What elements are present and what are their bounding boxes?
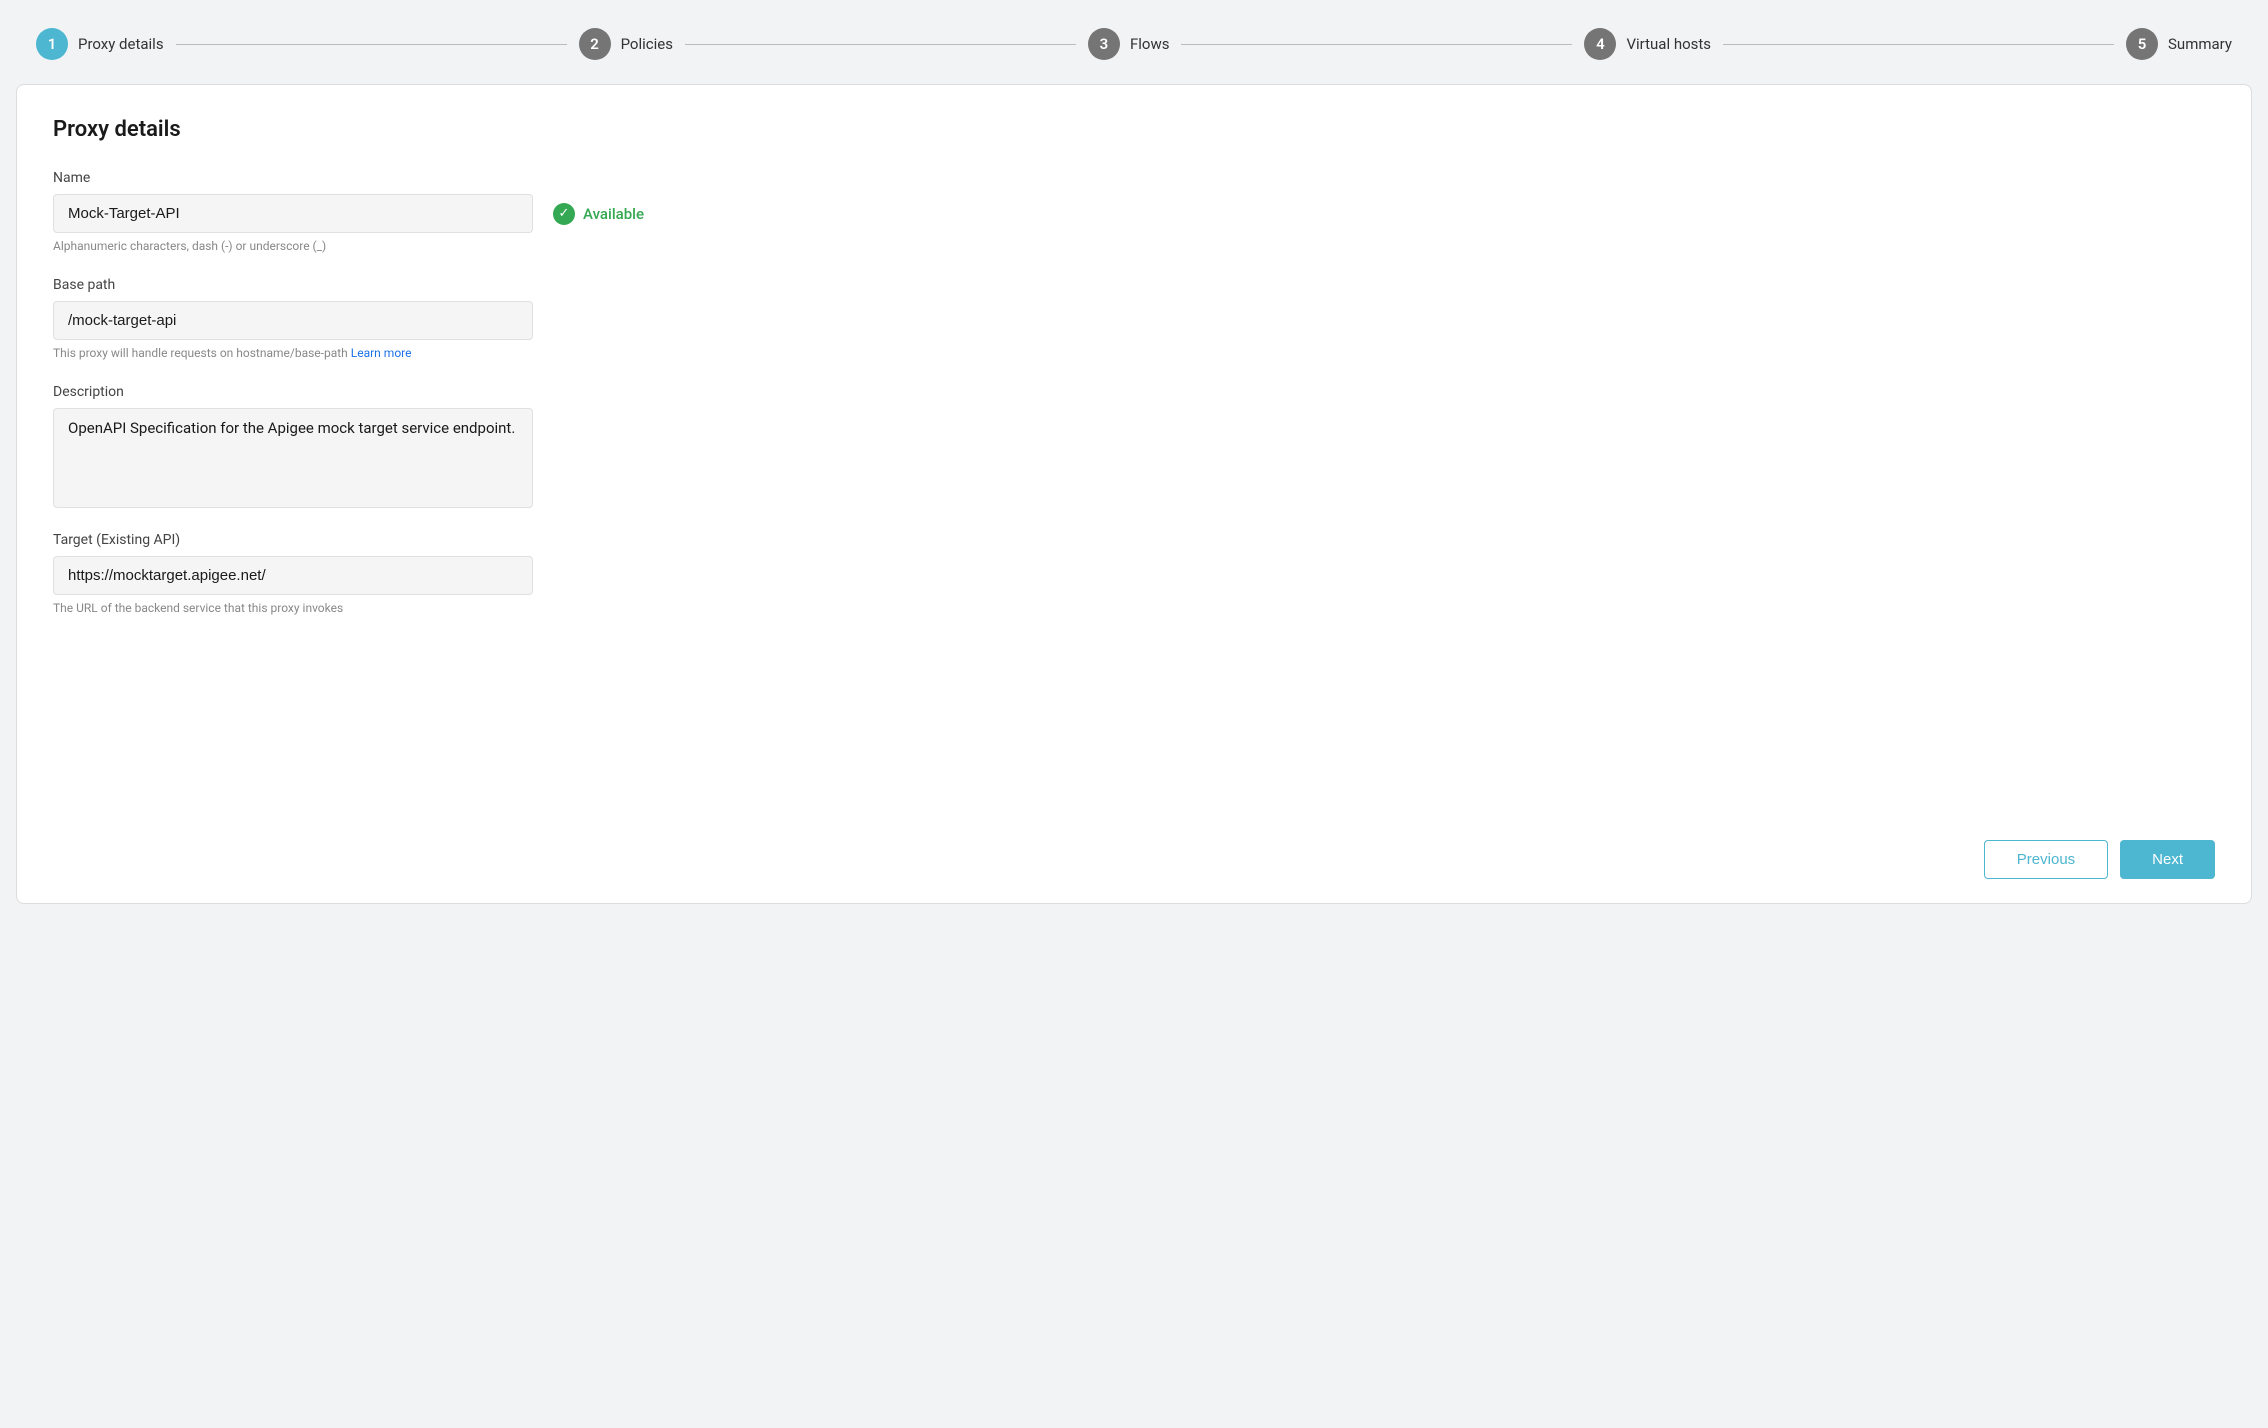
button-row: Previous Next xyxy=(1984,840,2215,879)
step-line-1 xyxy=(176,44,567,45)
name-hint: Alphanumeric characters, dash (-) or und… xyxy=(53,239,2215,253)
description-input[interactable]: OpenAPI Specification for the Apigee moc… xyxy=(53,408,533,508)
next-button[interactable]: Next xyxy=(2120,840,2215,879)
basepath-hint-text: This proxy will handle requests on hostn… xyxy=(53,346,348,360)
description-label: Description xyxy=(53,384,2215,400)
name-label: Name xyxy=(53,170,2215,186)
step-2-label: Policies xyxy=(621,35,673,53)
basepath-field-group: Base path This proxy will handle request… xyxy=(53,277,2215,360)
target-label: Target (Existing API) xyxy=(53,532,2215,548)
page-title: Proxy details xyxy=(53,117,2215,142)
available-badge: ✓ Available xyxy=(553,203,644,225)
stepper: 1 Proxy details 2 Policies 3 Flows 4 Vir… xyxy=(16,16,2252,72)
step-3-label: Flows xyxy=(1130,35,1170,53)
target-field-group: Target (Existing API) The URL of the bac… xyxy=(53,532,2215,615)
step-5[interactable]: 5 Summary xyxy=(2126,28,2232,60)
step-line-3 xyxy=(1181,44,1572,45)
basepath-input[interactable] xyxy=(53,301,533,340)
name-row: ✓ Available xyxy=(53,194,2215,233)
step-line-2 xyxy=(685,44,1076,45)
step-line-4 xyxy=(1723,44,2114,45)
learn-more-link[interactable]: Learn more xyxy=(351,346,412,360)
available-text: Available xyxy=(583,205,644,223)
basepath-hint: This proxy will handle requests on hostn… xyxy=(53,346,2215,360)
name-field-group: Name ✓ Available Alphanumeric characters… xyxy=(53,170,2215,253)
step-2[interactable]: 2 Policies xyxy=(579,28,673,60)
step-3[interactable]: 3 Flows xyxy=(1088,28,1170,60)
previous-button[interactable]: Previous xyxy=(1984,840,2108,879)
name-input[interactable] xyxy=(53,194,533,233)
main-card: Proxy details Name ✓ Available Alphanume… xyxy=(16,84,2252,904)
basepath-label: Base path xyxy=(53,277,2215,293)
step-4-circle: 4 xyxy=(1584,28,1616,60)
step-4[interactable]: 4 Virtual hosts xyxy=(1584,28,1711,60)
step-1-circle: 1 xyxy=(36,28,68,60)
target-input[interactable] xyxy=(53,556,533,595)
step-3-circle: 3 xyxy=(1088,28,1120,60)
step-5-circle: 5 xyxy=(2126,28,2158,60)
step-1-label: Proxy details xyxy=(78,35,164,53)
step-1[interactable]: 1 Proxy details xyxy=(36,28,164,60)
description-field-group: Description OpenAPI Specification for th… xyxy=(53,384,2215,508)
step-2-circle: 2 xyxy=(579,28,611,60)
step-4-label: Virtual hosts xyxy=(1626,35,1711,53)
step-5-label: Summary xyxy=(2168,35,2232,53)
target-hint: The URL of the backend service that this… xyxy=(53,601,2215,615)
check-icon: ✓ xyxy=(553,203,575,225)
